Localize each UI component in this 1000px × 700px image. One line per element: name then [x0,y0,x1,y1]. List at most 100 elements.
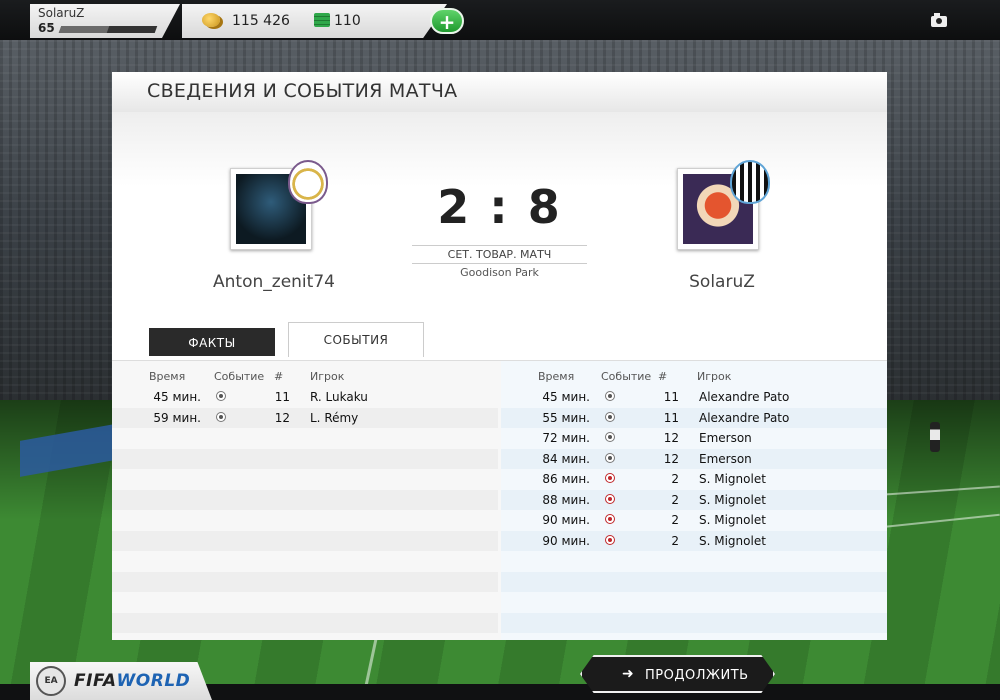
logo-text: FIFAWORLD [74,671,190,691]
event-time: 55 мин. [542,410,590,425]
event-player: Emerson [699,451,752,466]
page-title: СВЕДЕНИЯ И СОБЫТИЯ МАТЧА [147,80,458,102]
header-player: Игрок [310,370,345,383]
table-row [112,428,498,448]
continue-label: ПРОДОЛЖИТЬ [645,668,749,683]
event-time: 84 мин. [542,451,590,466]
table-row: 90 мин. 2 S. Mignolet [501,530,887,551]
logo-suffix: WORLD [116,671,191,691]
event-number: 2 [671,472,679,486]
event-player: Emerson [699,431,752,445]
coins-icon [202,13,220,27]
event-player: S. Mignolet [699,513,766,527]
header-time: Время [149,370,186,383]
table-row: 88 мин. 2 S. Mignolet [501,489,887,510]
event-time: 90 мин. [542,513,590,527]
table-row: 59 мин. 12 L. Rémy [112,407,498,428]
event-number: 11 [274,390,290,404]
arrow-right-icon: ➜ [622,666,635,682]
event-time: 88 мин. [542,492,590,507]
own-goal-ball-icon [605,534,615,545]
event-player: S. Mignolet [699,533,766,548]
tab-facts[interactable]: ФАКТЫ [149,328,275,356]
goal-ball-icon [605,411,615,422]
match-summary: Anton_zenit74 2 : 8 СЕТ. ТОВАР. МАТЧ Goo… [112,112,887,360]
goal-ball-icon [605,452,615,463]
away-player-name: SolaruZ [689,272,755,292]
header-event: Событие [601,370,652,383]
table-row: 90 мин. 2 S. Mignolet [501,510,887,530]
event-time: 45 мин. [542,390,590,404]
currency-box: 115 426 110 [182,4,447,38]
table-row: 84 мин. 12 Emerson [501,448,887,469]
table-row [501,571,887,592]
own-goal-ball-icon [605,473,615,483]
table-row: 45 мин. 11 R. Lukaku [112,387,498,407]
event-number: 12 [274,410,290,425]
user-level: 65 [38,21,55,35]
table-row [112,612,498,633]
event-player: S. Mignolet [699,492,766,507]
real-madrid-crest-icon [288,160,328,204]
header-number: # [658,370,668,383]
own-goal-ball-icon [605,514,615,524]
home-player-name: Anton_zenit74 [213,272,335,292]
tab-events[interactable]: СОБЫТИЯ [288,322,424,357]
points-icon [314,13,330,27]
event-number: 12 [663,451,679,466]
header-number: # [274,370,284,383]
events-table: Время Событие # Игрок 45 мин. 11 R. Lukaku… [112,360,887,640]
goal-ball-icon [605,432,615,442]
add-points-button[interactable]: + [430,8,464,34]
logo-prefix: FIFA [74,671,117,691]
table-row [112,530,498,551]
event-number: 12 [663,431,679,445]
pitch-player-figure [930,422,940,452]
own-goal-ball-icon [605,493,615,504]
table-row [112,489,498,510]
table-row: 86 мин. 2 S. Mignolet [501,469,887,489]
ea-sports-icon: EA [36,666,66,696]
points-value: 110 [334,13,361,29]
venue: Goodison Park [460,266,539,279]
event-number: 11 [663,410,679,425]
goal-ball-icon [216,391,226,401]
event-number: 2 [671,533,679,548]
camera-icon[interactable] [931,13,947,27]
event-number: 11 [663,390,679,404]
table-row [112,551,498,571]
event-player: S. Mignolet [699,472,766,486]
event-player: Alexandre Pato [699,410,790,425]
coins-value: 115 426 [232,13,290,29]
table-row [501,551,887,571]
event-player: R. Lukaku [310,390,368,404]
match-details-panel: Anton_zenit74 2 : 8 СЕТ. ТОВАР. МАТЧ Goo… [112,112,887,640]
top-bar: SolaruZ 65 115 426 110 + [0,0,1000,40]
table-row [501,612,887,633]
event-time: 86 мин. [542,472,590,486]
event-number: 2 [671,513,679,527]
goal-ball-icon [605,391,615,401]
table-row [112,469,498,489]
table-row [501,592,887,612]
user-profile-box[interactable]: SolaruZ 65 [30,4,180,38]
event-time: 59 мин. [153,410,201,425]
event-player: L. Rémy [310,410,359,425]
newcastle-crest-icon [730,160,770,204]
level-progress-bar [58,26,158,33]
table-row [112,510,498,530]
event-time: 90 мин. [542,533,590,548]
continue-button[interactable]: ➜ ПРОДОЛЖИТЬ [580,655,775,693]
header-event: Событие [214,370,265,383]
away-events-column: Время Событие # Игрок 45 мин. 11 Alexandre… [501,361,887,640]
header-player: Игрок [697,370,732,383]
fifa-world-logo: EA FIFAWORLD [30,662,212,700]
table-row: 72 мин. 12 Emerson [501,428,887,448]
level-progress-fill [58,26,110,33]
event-time: 72 мин. [542,431,590,445]
header-time: Время [538,370,575,383]
table-row [112,448,498,469]
username: SolaruZ [38,6,85,20]
goal-ball-icon [216,411,226,422]
table-row: 55 мин. 11 Alexandre Pato [501,407,887,428]
